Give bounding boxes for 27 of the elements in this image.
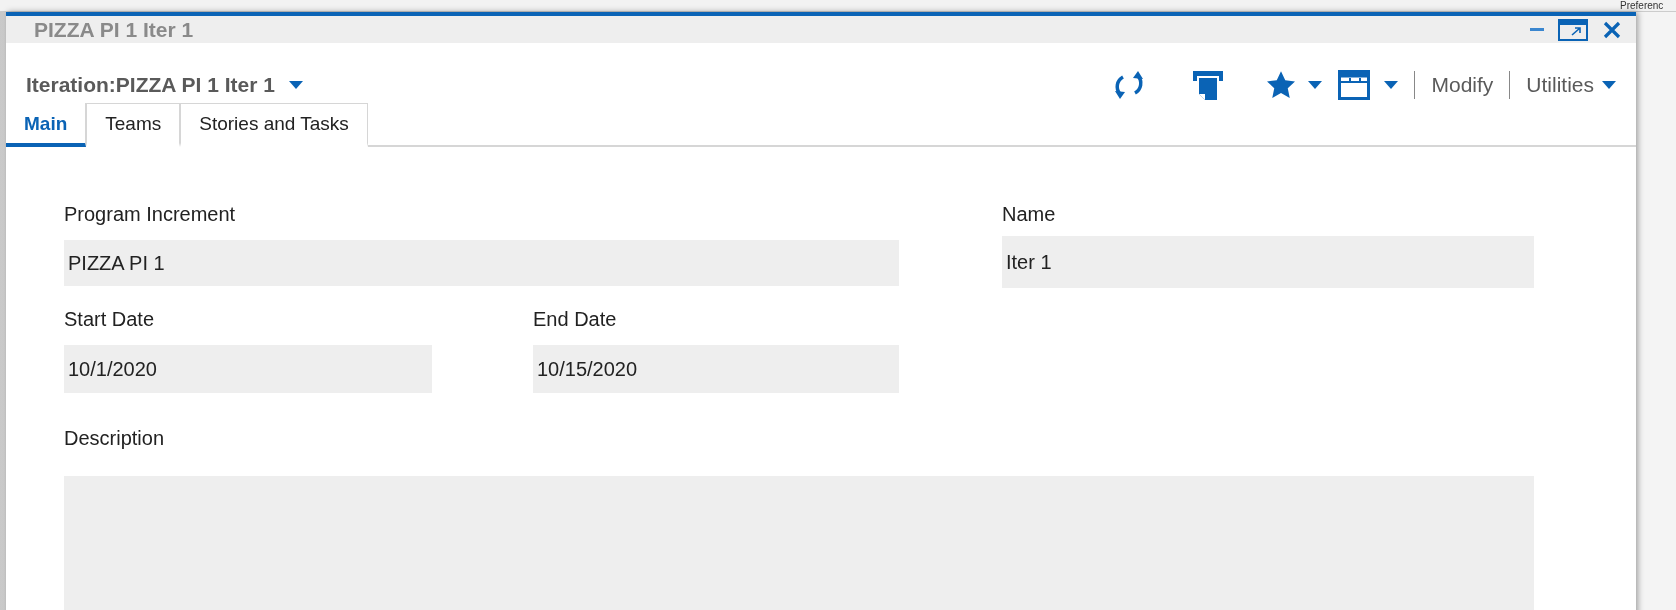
menu-item[interactable]: Preferenc [1620,0,1664,11]
field-label: Description [64,426,166,451]
input-field[interactable]: Iter 1 [1002,236,1534,288]
utilities-menu[interactable]: Utilities [1526,73,1616,97]
field-label: Program Increment [64,202,237,227]
favorite-star-dropdown[interactable] [1266,70,1323,100]
caret-icon [1384,81,1399,89]
date-field[interactable]: 10/1/2020 [64,345,432,393]
tab[interactable]: Stories and Tasks [180,103,368,147]
field-label: Name [1002,202,1057,227]
input-field[interactable]: PIZZA PI 1 [64,240,899,286]
tab[interactable]: Teams [86,103,181,147]
caret-icon [288,81,303,89]
layout-dropdown[interactable] [1338,69,1399,101]
field-label: Start Date [64,307,156,332]
tab[interactable]: Main [6,103,87,147]
record-title-dropdown[interactable]: Iteration:PIZZA PI 1 Iter 1 [26,73,303,97]
window-title: PIZZA PI 1 Iter 1 [34,17,194,42]
field-label: End Date [533,307,618,332]
caret-icon [1308,81,1323,89]
date-field[interactable]: 10/15/2020 [533,345,899,393]
modify-button[interactable]: Modify [1431,73,1494,97]
close-button[interactable] [1602,19,1622,40]
maximize-button[interactable] [1558,18,1588,41]
caret-icon [1602,81,1616,89]
print-icon[interactable] [1192,69,1225,101]
minimize-button[interactable] [1530,27,1544,32]
